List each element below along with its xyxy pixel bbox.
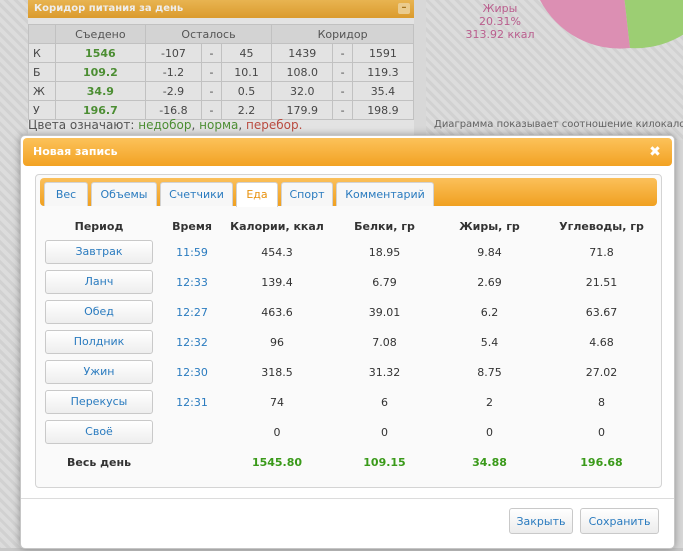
meal-fat: 9.84 — [477, 245, 502, 259]
meal-period-button[interactable]: Завтрак — [45, 240, 153, 264]
food-header-row: Период Время Калории, ккал Белки, гр Жир… — [36, 215, 661, 237]
meal-kcal: 96 — [270, 335, 284, 349]
meal-row: Своё 0 0 0 0 — [36, 417, 661, 447]
tab-volumes[interactable]: Объемы — [91, 182, 157, 206]
meal-protein: 31.32 — [368, 365, 401, 379]
close-button[interactable]: Закрыть — [509, 508, 573, 534]
meal-carbs: 0 — [598, 425, 605, 439]
total-fat: 34.88 — [472, 455, 507, 469]
total-carbs: 196.68 — [580, 455, 623, 469]
meal-fat: 2 — [486, 395, 493, 409]
meal-time-cell: 12:27 — [162, 297, 222, 327]
meal-row: Ланч 12:33 139.4 6.79 2.69 21.51 — [36, 267, 661, 297]
tab-comment[interactable]: Комментарий — [336, 182, 434, 206]
meal-time-link[interactable]: 12:32 — [176, 336, 208, 349]
meal-kcal: 74 — [270, 395, 284, 409]
modal-header: Новая запись ✖ — [23, 138, 672, 166]
tab-sport[interactable]: Спорт — [281, 182, 333, 206]
save-button[interactable]: Сохранить — [580, 508, 659, 534]
meal-carbs: 71.8 — [589, 245, 614, 259]
meal-time-link[interactable]: 12:27 — [176, 306, 208, 319]
meal-protein: 39.01 — [368, 305, 401, 319]
food-table: Период Время Калории, ккал Белки, гр Жир… — [36, 215, 661, 477]
meal-row: Обед 12:27 463.6 39.01 6.2 63.67 — [36, 297, 661, 327]
meal-period-cell: Ужин — [36, 357, 162, 387]
meal-time-cell: 12:33 — [162, 267, 222, 297]
meal-carbs: 4.68 — [589, 335, 614, 349]
meal-time-link[interactable]: 12:30 — [176, 366, 208, 379]
total-label: Весь день — [66, 455, 132, 469]
modal-title: Новая запись — [33, 145, 118, 158]
col-carbs: Углеводы, гр — [559, 219, 644, 233]
meal-period-button[interactable]: Обед — [45, 300, 153, 324]
meal-period-cell: Обед — [36, 297, 162, 327]
meal-row: Полдник 12:32 96 7.08 5.4 4.68 — [36, 327, 661, 357]
meal-protein: 6.79 — [372, 275, 397, 289]
col-kcal: Калории, ккал — [230, 219, 324, 233]
meal-kcal: 318.5 — [261, 365, 293, 379]
tab-counters[interactable]: Счетчики — [160, 182, 233, 206]
meal-kcal: 454.3 — [261, 245, 293, 259]
meal-period-button[interactable]: Своё — [45, 420, 153, 444]
meal-fat: 8.75 — [477, 365, 502, 379]
meal-row: Перекусы 12:31 74 6 2 8 — [36, 387, 661, 417]
col-time: Время — [172, 219, 212, 233]
meal-carbs: 8 — [598, 395, 605, 409]
meal-row: Завтрак 11:59 454.3 18.95 9.84 71.8 — [36, 237, 661, 267]
meal-protein: 7.08 — [372, 335, 397, 349]
meal-time-cell: 12:30 — [162, 357, 222, 387]
meal-fat: 2.69 — [477, 275, 502, 289]
meal-time-link[interactable]: 12:31 — [176, 396, 208, 409]
meal-kcal: 0 — [273, 425, 281, 439]
total-row: Весь день 1545.80 109.15 34.88 196.68 — [36, 447, 661, 477]
col-protein: Белки, гр — [354, 219, 415, 233]
col-fat: Жиры, гр — [459, 219, 520, 233]
col-period: Период — [74, 219, 124, 233]
meal-period-cell: Ланч — [36, 267, 162, 297]
meal-time-cell: 11:59 — [162, 237, 222, 267]
meal-protein: 18.95 — [368, 245, 401, 259]
meal-period-cell: Полдник — [36, 327, 162, 357]
meal-time-link[interactable]: 12:33 — [176, 276, 208, 289]
meal-period-cell: Своё — [36, 417, 162, 447]
meal-row: Ужин 12:30 318.5 31.32 8.75 27.02 — [36, 357, 661, 387]
meal-period-button[interactable]: Ужин — [45, 360, 153, 384]
meal-carbs: 21.51 — [585, 275, 618, 289]
meal-period-button[interactable]: Ланч — [45, 270, 153, 294]
meal-period-cell: Перекусы — [36, 387, 162, 417]
tab-food[interactable]: Еда — [236, 182, 278, 207]
meal-protein: 0 — [381, 425, 388, 439]
meal-time-cell: 12:31 — [162, 387, 222, 417]
meal-carbs: 27.02 — [585, 365, 618, 379]
meal-protein: 6 — [381, 395, 388, 409]
total-time — [162, 447, 222, 477]
meal-fat: 5.4 — [480, 335, 499, 349]
meal-carbs: 63.67 — [585, 305, 618, 319]
close-icon[interactable]: ✖ — [648, 145, 662, 159]
meal-kcal: 139.4 — [261, 275, 293, 289]
meal-period-button[interactable]: Полдник — [45, 330, 153, 354]
meal-time-cell — [162, 417, 222, 447]
meal-fat: 6.2 — [480, 305, 499, 319]
modal-footer-divider — [21, 498, 674, 499]
meal-kcal: 463.6 — [261, 305, 293, 319]
meal-time-link[interactable]: 11:59 — [176, 246, 208, 259]
new-entry-modal: Новая запись ✖ Вес Объемы Счетчики Еда С… — [20, 135, 675, 549]
total-protein: 109.15 — [363, 455, 406, 469]
modal-body: Вес Объемы Счетчики Еда Спорт Комментари… — [35, 174, 662, 488]
tab-bar: Вес Объемы Счетчики Еда Спорт Комментари… — [40, 178, 657, 207]
tab-weight[interactable]: Вес — [44, 182, 88, 206]
meal-period-cell: Завтрак — [36, 237, 162, 267]
meal-time-cell: 12:32 — [162, 327, 222, 357]
meal-period-button[interactable]: Перекусы — [45, 390, 153, 414]
meal-fat: 0 — [486, 425, 493, 439]
total-kcal: 1545.80 — [251, 455, 303, 469]
